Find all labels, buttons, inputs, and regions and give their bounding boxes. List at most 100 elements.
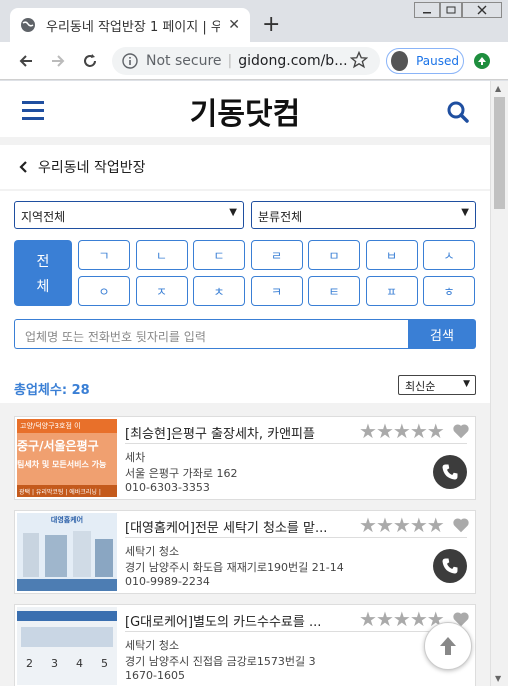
listing-category: 세탁기 청소 <box>125 545 180 558</box>
star-icon: ★ <box>359 419 377 443</box>
heart-icon[interactable] <box>452 423 470 439</box>
listing-category: 세차 <box>125 451 146 464</box>
consonant-button[interactable]: ㄴ <box>135 240 188 270</box>
caret-down-icon: ▼ <box>461 207 469 218</box>
reload-button[interactable] <box>78 49 102 73</box>
consonant-button[interactable]: ㄷ <box>193 240 245 270</box>
rating-stars: ★★★★★ <box>359 419 445 443</box>
thumb-text: 3 <box>51 657 58 670</box>
thumb-text: 중구/서울은평구 <box>17 439 99 453</box>
minimize-button[interactable] <box>414 2 440 18</box>
star-icon: ★ <box>359 513 377 537</box>
scroll-up-icon[interactable]: ▲ <box>495 84 501 93</box>
page-viewport: 기동닷컴 우리동네 작업반장 지역전체 ▼ 분류전체 ▼ 전 체 ㄱㄴㄷㄹㅁㅂㅅ… <box>0 81 490 686</box>
restore-button[interactable] <box>440 2 462 18</box>
close-window-button[interactable] <box>462 2 502 18</box>
category-select-value: 분류전체 <box>258 210 303 224</box>
listing-title[interactable]: [대영홈케어]전문 세탁기 청소를 맡... <box>125 517 353 536</box>
consonant-button[interactable]: ㅅ <box>423 240 475 270</box>
star-icon: ★ <box>392 513 411 537</box>
heart-icon[interactable] <box>452 517 470 533</box>
star-icon: ★ <box>426 513 445 537</box>
consonant-button[interactable]: ㅂ <box>365 240 418 270</box>
arrow-up-icon <box>478 57 486 65</box>
site-logo[interactable]: 기동닷컴 <box>0 89 490 133</box>
thumb-text: 대영홈케어 <box>50 516 84 524</box>
listing-thumbnail: 대영홈케어 <box>17 513 117 591</box>
search-button[interactable]: 검색 <box>408 319 476 349</box>
consonant-button[interactable]: ㅁ <box>308 240 360 270</box>
listing-card[interactable]: 고양/덕양구3호점 이 중구/서울은평구 팀세차 및 모든서비스 가능 광택 |… <box>14 416 476 500</box>
listing-phone: 1670-1605 <box>125 669 185 682</box>
thumb-text: 4 <box>76 657 83 670</box>
sort-select[interactable]: 최신순 ▼ <box>398 375 476 395</box>
browser-tab[interactable]: 우리동네 작업반장 1 페이지 | 우 ✕ <box>10 8 250 42</box>
scroll-to-top-button[interactable] <box>424 622 472 670</box>
consonant-button[interactable]: ㅈ <box>135 276 188 306</box>
page-scrollbar[interactable]: ▲ ▼ <box>490 81 508 686</box>
bookmark-star-icon[interactable] <box>350 51 368 69</box>
breadcrumb[interactable]: 우리동네 작업반장 <box>0 145 490 189</box>
listing-phone: 010-9989-2234 <box>125 575 210 588</box>
consonant-button[interactable]: ㅌ <box>308 276 360 306</box>
search-input[interactable]: 업체명 또는 전화번호 뒷자리를 입력 <box>14 319 408 349</box>
star-icon: ★ <box>392 607 411 631</box>
scrollbar-thumb[interactable] <box>494 97 505 209</box>
new-tab-button[interactable]: + <box>262 12 280 38</box>
consonant-button[interactable]: ㄹ <box>250 240 303 270</box>
arrow-left-icon <box>19 55 32 67</box>
listing-card[interactable]: 2 3 4 5 [G대로케어]별도의 카드수수료를 ... ★★★★★ 세탁기 … <box>14 604 476 686</box>
back-button[interactable] <box>14 49 38 73</box>
scroll-down-icon[interactable]: ▼ <box>495 674 501 683</box>
listing-category: 세탁기 청소 <box>125 639 180 652</box>
region-select[interactable]: 지역전체 ▼ <box>14 201 244 229</box>
listing-card[interactable]: 대영홈케어 [대영홈케어]전문 세탁기 청소를 맡... ★★★★★ 세탁기 청… <box>14 510 476 594</box>
consonant-button[interactable]: ㅇ <box>78 276 130 306</box>
all-consonants-button[interactable]: 전 체 <box>14 240 72 306</box>
address-bar[interactable]: Not secure | gidong.com/b... <box>112 47 380 75</box>
search-icon[interactable] <box>446 100 470 124</box>
thumb-numbers: 2 3 4 5 <box>17 657 117 670</box>
site-header: 기동닷컴 <box>0 81 490 137</box>
consonant-button[interactable]: ㄱ <box>78 240 130 270</box>
star-icon: ★ <box>426 419 445 443</box>
minimize-icon <box>423 12 431 14</box>
globe-icon <box>21 18 35 32</box>
rating-stars: ★★★★★ <box>359 513 445 537</box>
tab-close-icon[interactable]: ✕ <box>228 17 240 33</box>
phone-icon <box>442 464 458 480</box>
arrow-up-icon <box>440 637 456 655</box>
sort-select-value: 최신순 <box>405 380 436 393</box>
star-icon: ★ <box>409 607 428 631</box>
thumb-text: 팀세차 및 모든서비스 가능 <box>17 460 107 469</box>
thumb-text: 고양/덕양구3호점 이 <box>17 419 117 433</box>
listing-thumbnail: 고양/덕양구3호점 이 중구/서울은평구 팀세차 및 모든서비스 가능 광택 |… <box>17 419 117 497</box>
thumb-text: 5 <box>101 657 108 670</box>
consonant-button[interactable]: ㅎ <box>423 276 475 306</box>
consonant-button[interactable]: ㅊ <box>193 276 245 306</box>
listing-title[interactable]: [최승현]은평구 출장세차, 카앤피플 <box>125 423 353 442</box>
category-select[interactable]: 분류전체 ▼ <box>251 201 476 229</box>
region-select-value: 지역전체 <box>21 210 66 224</box>
browser-toolbar: Not secure | gidong.com/b... Paused <box>0 42 508 80</box>
phone-icon <box>442 558 458 574</box>
profile-button[interactable]: Paused <box>386 48 464 74</box>
consonant-button[interactable]: ㅋ <box>250 276 303 306</box>
star-icon: ★ <box>409 513 428 537</box>
listing-phone: 010-6303-3353 <box>125 481 210 494</box>
caret-down-icon: ▼ <box>229 207 237 218</box>
call-button[interactable] <box>433 549 467 583</box>
star-icon: ★ <box>375 607 394 631</box>
listing-address: 경기 남양주시 화도읍 재재기로190번길 21-14 <box>125 561 344 574</box>
search-placeholder: 업체명 또는 전화번호 뒷자리를 입력 <box>25 330 206 344</box>
filter-panel: 지역전체 ▼ 분류전체 ▼ 전 체 ㄱㄴㄷㄹㅁㅂㅅㅇㅈㅊㅋㅌㅍㅎ 업체명 또는 … <box>0 191 490 403</box>
divider <box>125 443 467 444</box>
info-icon[interactable] <box>122 53 138 69</box>
listing-thumbnail: 2 3 4 5 <box>17 607 117 685</box>
forward-button[interactable] <box>46 49 70 73</box>
tab-title: 우리동네 작업반장 1 페이지 | 우 <box>46 19 221 35</box>
consonant-button[interactable]: ㅍ <box>365 276 418 306</box>
listing-title[interactable]: [G대로케어]별도의 카드수수료를 ... <box>125 611 353 630</box>
call-button[interactable] <box>433 455 467 489</box>
extension-icon[interactable] <box>474 53 490 69</box>
